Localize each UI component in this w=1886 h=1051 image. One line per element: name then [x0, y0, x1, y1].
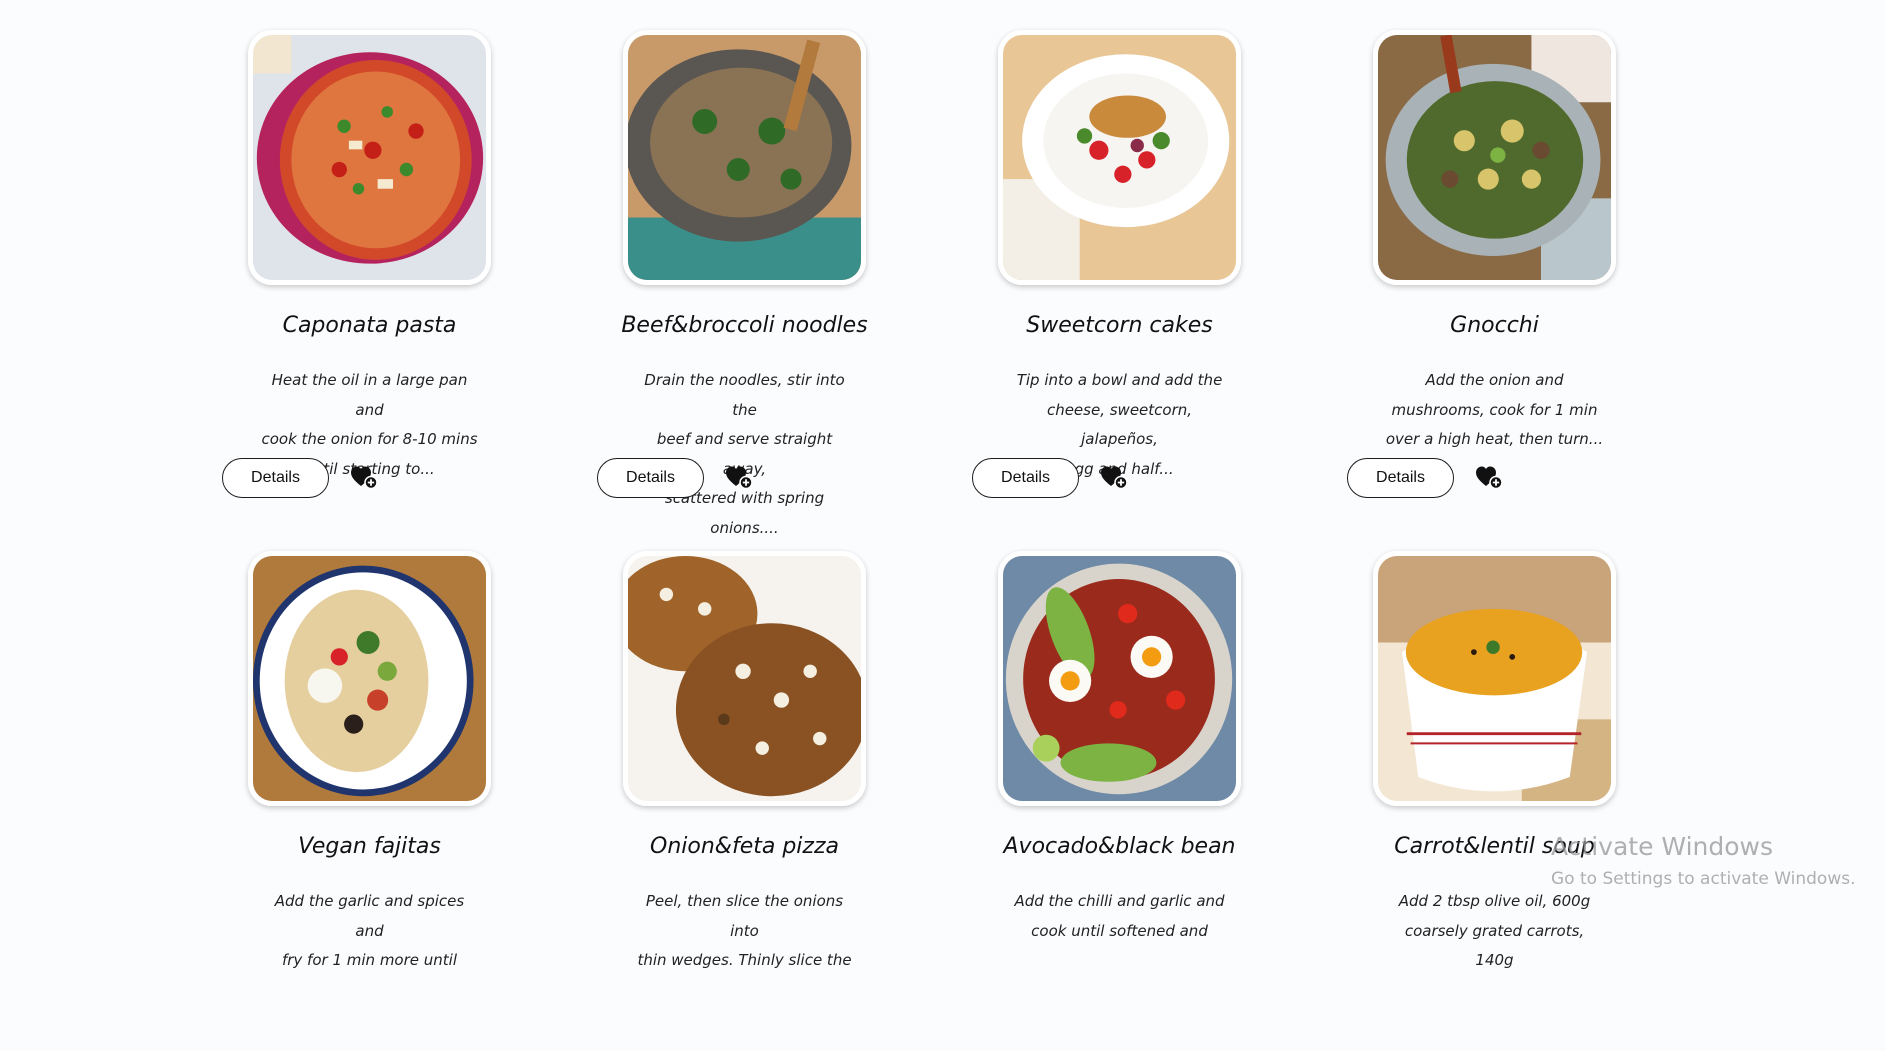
watermark-title: Activate Windows — [1551, 832, 1773, 861]
heart-plus-icon[interactable] — [1475, 464, 1503, 490]
heart-plus-icon[interactable] — [1100, 464, 1128, 490]
recipe-title: Beef&broccoli noodles — [621, 313, 868, 338]
recipe-title: Onion&feta pizza — [650, 834, 839, 859]
details-button[interactable]: Details — [597, 458, 704, 498]
recipe-card: Sweetcorn cakes Tip into a bowl and add … — [932, 30, 1307, 530]
recipe-card: Vegan fajitas Add the garlic and spices … — [182, 551, 557, 1051]
recipe-card: Beef&broccoli noodles Drain the noodles,… — [557, 30, 932, 537]
recipe-title: Avocado&black bean — [1003, 834, 1236, 859]
recipe-description: Add 2 tbsp olive oil, 600g coarsely grat… — [1398, 892, 1591, 969]
recipe-photo-carrot-lentil-soup[interactable] — [1373, 551, 1616, 806]
recipe-title: Vegan fajitas — [298, 834, 441, 859]
recipe-description: Peel, then slice the onions into thin we… — [637, 892, 852, 969]
recipe-photo-onion-feta-pizza[interactable] — [623, 551, 866, 806]
recipe-description: Drain the noodles, stir into the beef an… — [644, 371, 845, 537]
details-button[interactable]: Details — [1347, 458, 1454, 498]
recipe-photo-caponata-pasta[interactable] — [248, 30, 491, 285]
recipe-photo-sweetcorn-cakes[interactable] — [998, 30, 1241, 285]
watermark-subtitle: Go to Settings to activate Windows. — [1551, 869, 1856, 889]
recipe-card: Caponata pasta Heat the oil in a large p… — [182, 30, 557, 530]
heart-plus-icon[interactable] — [725, 464, 753, 490]
recipe-photo-vegan-fajitas[interactable] — [248, 551, 491, 806]
heart-plus-icon[interactable] — [350, 464, 378, 490]
recipe-description: Add the chilli and garlic and cook until… — [1014, 892, 1225, 940]
recipe-grid: Caponata pasta Heat the oil in a large p… — [0, 0, 1886, 969]
recipe-photo-beef-broccoli-noodles[interactable] — [623, 30, 866, 285]
details-button[interactable]: Details — [972, 458, 1079, 498]
recipe-photo-avocado-black-bean[interactable] — [998, 551, 1241, 806]
recipe-card: Onion&feta pizza Peel, then slice the on… — [557, 551, 932, 1051]
recipe-title: Sweetcorn cakes — [1026, 313, 1213, 338]
details-button[interactable]: Details — [222, 458, 329, 498]
activate-windows-watermark: Activate Windows Go to Settings to activ… — [1551, 832, 1881, 892]
recipe-photo-gnocchi[interactable] — [1373, 30, 1616, 285]
recipe-title: Caponata pasta — [282, 313, 457, 338]
recipe-card: Gnocchi Add the onion and mushrooms, coo… — [1307, 30, 1682, 530]
recipe-description: Add the onion and mushrooms, cook for 1 … — [1385, 371, 1604, 448]
recipe-description: Add the garlic and spices and fry for 1 … — [274, 892, 465, 969]
recipe-card: Carrot&lentil soup Add 2 tbsp olive oil,… — [1307, 551, 1682, 1051]
recipe-title: Gnocchi — [1450, 313, 1539, 338]
recipe-card: Avocado&black bean Add the chilli and ga… — [932, 551, 1307, 1051]
